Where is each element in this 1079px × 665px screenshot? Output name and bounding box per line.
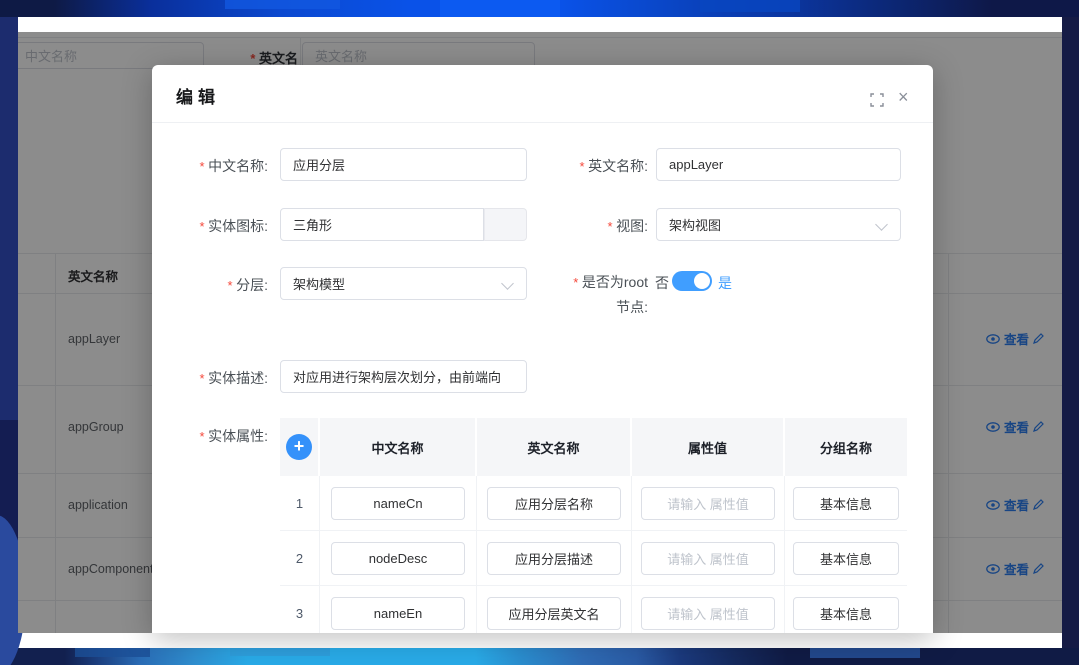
is-root-label: 是否为root节点: <box>564 270 648 319</box>
right-frame-strip <box>1062 17 1079 648</box>
attr-group-input[interactable]: 基本信息 <box>793 487 899 520</box>
row-index: 3 <box>280 586 320 633</box>
attr-header-group: 分组名称 <box>785 418 907 476</box>
attr-value-input[interactable]: 请输入 属性值 <box>641 542 775 575</box>
attr-en-input[interactable]: 应用分层英文名 <box>487 597 621 630</box>
entity-icon-label: 实体图标: <box>152 216 268 236</box>
attr-en-input[interactable]: 应用分层描述 <box>487 542 621 575</box>
entity-icon-input[interactable]: 三角形 <box>280 208 484 241</box>
chevron-down-icon <box>875 218 888 231</box>
attr-group-input[interactable]: 基本信息 <box>793 597 899 630</box>
edit-dialog: 编辑 × 中文名称: 应用分层 英文名称: appLayer 实体图标: 三角形… <box>152 65 933 633</box>
entity-desc-input[interactable]: 对应用进行架构层次划分，由前端向 <box>280 360 527 393</box>
view-label: 视图: <box>504 216 648 236</box>
view-select-value: 架构视图 <box>669 215 721 234</box>
view-select[interactable]: 架构视图 <box>656 208 901 241</box>
attr-value-input[interactable]: 请输入 属性值 <box>641 597 775 630</box>
is-root-toggle[interactable] <box>672 271 712 291</box>
attr-value-input[interactable]: 请输入 属性值 <box>641 487 775 520</box>
attribute-table: + 中文名称 英文名称 属性值 分组名称 1 nameCn 应用分层名称 请输入… <box>280 418 907 633</box>
white-strip-bottom <box>8 633 1068 648</box>
attribute-row: 1 nameCn 应用分层名称 请输入 属性值 基本信息 <box>280 476 907 531</box>
dialog-header-divider <box>152 122 933 123</box>
cn-name-input[interactable]: 应用分层 <box>280 148 527 181</box>
en-name-label: 英文名称: <box>504 156 648 176</box>
layer-label: 分层: <box>152 275 268 295</box>
attr-header-value: 属性值 <box>632 418 785 476</box>
attr-header-cn: 中文名称 <box>320 418 477 476</box>
entity-desc-label: 实体描述: <box>152 368 268 388</box>
attr-cn-input[interactable]: nodeDesc <box>331 542 465 575</box>
en-name-input[interactable]: appLayer <box>656 148 901 181</box>
chevron-down-icon <box>501 277 514 290</box>
attribute-row: 2 nodeDesc 应用分层描述 请输入 属性值 基本信息 <box>280 531 907 586</box>
attr-group-input[interactable]: 基本信息 <box>793 542 899 575</box>
toggle-on-label: 是 <box>718 273 732 293</box>
attr-cn-input[interactable]: nameCn <box>331 487 465 520</box>
add-attribute-button[interactable]: + <box>286 434 312 460</box>
screen: 中文名称 英文名 英文名称 英文名称 appLayer appGroup app… <box>0 0 1079 665</box>
attribute-row: 3 nameEn 应用分层英文名 请输入 属性值 基本信息 <box>280 586 907 633</box>
top-decor-band <box>0 0 1079 17</box>
row-index: 1 <box>280 476 320 530</box>
attribute-table-header: + 中文名称 英文名称 属性值 分组名称 <box>280 418 907 476</box>
left-frame-strip <box>0 17 18 648</box>
layer-select[interactable]: 架构模型 <box>280 267 527 300</box>
row-index: 2 <box>280 531 320 585</box>
close-icon[interactable]: × <box>898 88 909 106</box>
white-strip-top <box>18 17 1062 32</box>
attr-cn-input[interactable]: nameEn <box>331 597 465 630</box>
cn-name-label: 中文名称: <box>152 156 268 176</box>
bottom-decor-band <box>0 648 1079 665</box>
attr-header-en: 英文名称 <box>477 418 632 476</box>
dialog-title: 编辑 <box>176 83 220 108</box>
fullscreen-icon[interactable] <box>870 93 884 107</box>
entity-attrs-label: 实体属性: <box>152 426 268 446</box>
attr-en-input[interactable]: 应用分层名称 <box>487 487 621 520</box>
toggle-off-label: 否 <box>655 273 669 293</box>
layer-select-value: 架构模型 <box>293 274 345 293</box>
